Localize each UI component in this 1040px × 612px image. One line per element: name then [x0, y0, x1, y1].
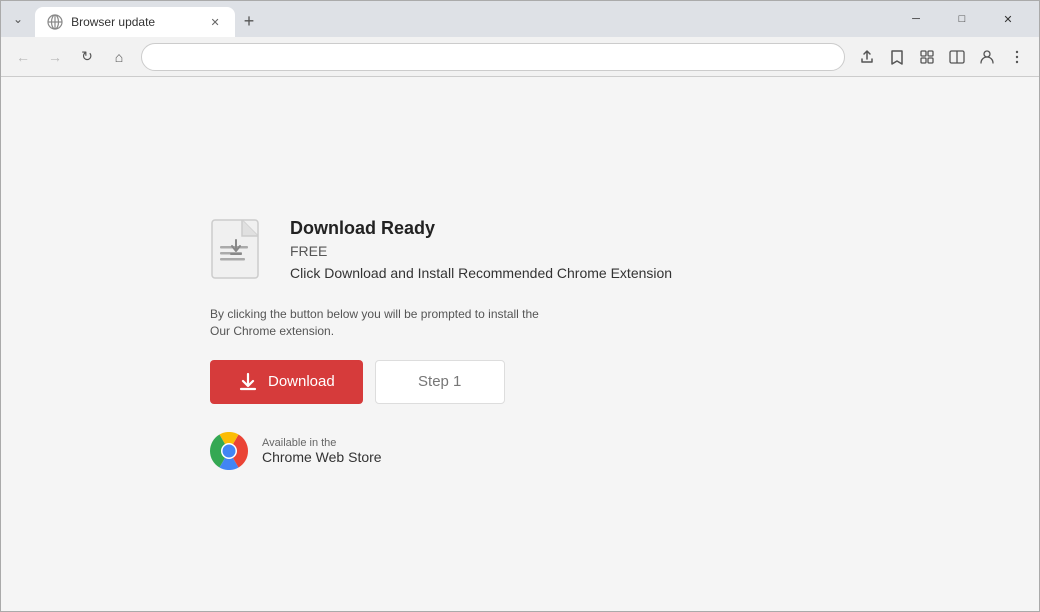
chrome-window: ⌄ Browser update ✕ + ─ □ ✕ ← →: [0, 0, 1040, 612]
page-content: Download Ready FREE Click Download and I…: [1, 77, 1039, 611]
content-card: Download Ready FREE Click Download and I…: [170, 198, 870, 490]
active-tab[interactable]: Browser update ✕: [35, 7, 235, 37]
split-tab-button[interactable]: [943, 43, 971, 71]
nav-actions: [853, 43, 1031, 71]
product-icon: [210, 218, 270, 290]
chrome-store-badge: Available in the Chrome Web Store: [210, 432, 830, 470]
reload-button[interactable]: ↻: [73, 43, 101, 71]
tab-title: Browser update: [71, 15, 199, 29]
product-price: FREE: [290, 243, 672, 259]
menu-button[interactable]: [1003, 43, 1031, 71]
title-bar: ⌄ Browser update ✕ + ─ □ ✕: [1, 1, 1039, 37]
new-tab-button[interactable]: +: [235, 7, 263, 35]
product-details: Download Ready FREE Click Download and I…: [290, 218, 672, 281]
address-bar[interactable]: [141, 43, 845, 71]
step-button[interactable]: Step 1: [375, 360, 505, 404]
download-button[interactable]: Download: [210, 360, 363, 404]
step-button-label: Step 1: [418, 373, 461, 390]
action-buttons: Download Step 1: [210, 360, 830, 404]
download-button-label: Download: [268, 373, 335, 390]
home-button[interactable]: ⌂: [105, 43, 133, 71]
chrome-store-name: Chrome Web Store: [262, 449, 382, 465]
bookmark-button[interactable]: [883, 43, 911, 71]
product-info: Download Ready FREE Click Download and I…: [210, 218, 830, 290]
share-button[interactable]: [853, 43, 881, 71]
navigation-bar: ← → ↻ ⌂: [1, 37, 1039, 77]
restore-button[interactable]: □: [939, 3, 985, 35]
profile-button[interactable]: [973, 43, 1001, 71]
chrome-logo-icon: [210, 432, 248, 470]
store-text-group: Available in the Chrome Web Store: [262, 437, 382, 465]
back-button[interactable]: ←: [9, 43, 37, 71]
product-description: Click Download and Install Recommended C…: [290, 265, 672, 281]
download-arrow-icon: [238, 372, 258, 392]
product-title: Download Ready: [290, 218, 672, 239]
notice-text: By clicking the button below you will be…: [210, 306, 830, 340]
tab-close-button[interactable]: ✕: [207, 14, 223, 30]
extension-button[interactable]: [913, 43, 941, 71]
tab-bar: Browser update ✕ +: [35, 1, 881, 37]
tab-favicon-icon: [47, 14, 63, 30]
forward-button[interactable]: →: [41, 43, 69, 71]
window-controls: ─ □ ✕: [893, 3, 1031, 35]
minimize-button[interactable]: ─: [893, 3, 939, 35]
close-button[interactable]: ✕: [985, 3, 1031, 35]
show-tabs-icon[interactable]: ⌄: [9, 8, 27, 30]
store-available-text: Available in the: [262, 437, 382, 449]
